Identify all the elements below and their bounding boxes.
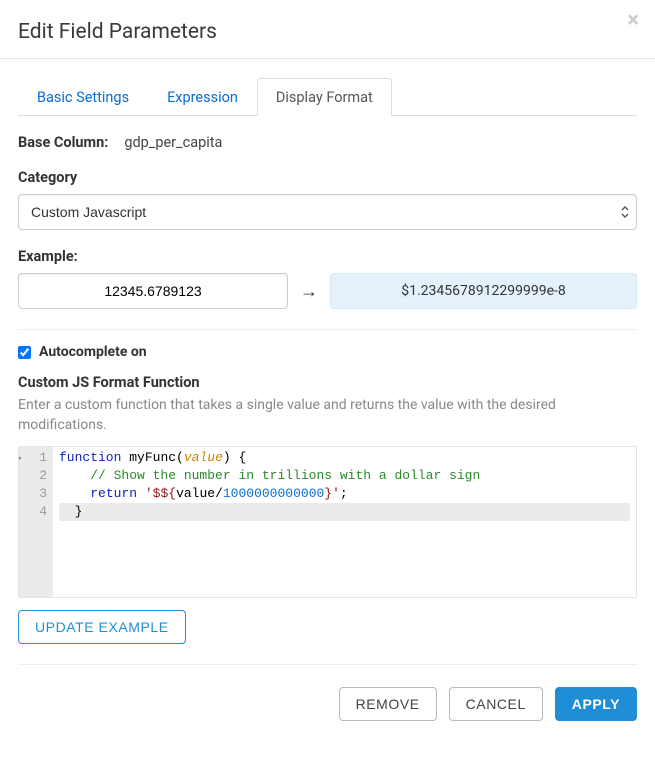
custom-fn-help: Enter a custom function that takes a sin… bbox=[18, 395, 637, 436]
editor-code[interactable]: function myFunc(value) { // Show the num… bbox=[53, 447, 636, 597]
editor-gutter: ▾1 2 3 4 bbox=[19, 447, 53, 597]
code-editor[interactable]: ▾1 2 3 4 function myFunc(value) { // Sho… bbox=[18, 446, 637, 598]
category-select[interactable]: Custom Javascript bbox=[18, 194, 637, 230]
arrow-right-icon: → bbox=[300, 281, 318, 302]
custom-fn-title: Custom JS Format Function bbox=[18, 374, 637, 391]
base-column-value: gdp_per_capita bbox=[124, 134, 222, 151]
tab-expression[interactable]: Expression bbox=[148, 78, 257, 116]
divider bbox=[18, 664, 637, 665]
dialog-title: Edit Field Parameters bbox=[18, 20, 637, 44]
close-icon[interactable]: × bbox=[627, 10, 639, 32]
category-label: Category bbox=[18, 169, 637, 186]
autocomplete-row: Autocomplete on bbox=[18, 344, 637, 360]
tab-display-format[interactable]: Display Format bbox=[257, 78, 392, 116]
example-label: Example: bbox=[18, 248, 637, 265]
category-select-wrap: Custom Javascript bbox=[18, 194, 637, 230]
autocomplete-checkbox[interactable] bbox=[18, 346, 31, 359]
base-column-label: Base Column: bbox=[18, 134, 108, 151]
fold-icon[interactable]: ▾ bbox=[19, 450, 22, 468]
divider bbox=[0, 58, 655, 59]
example-input[interactable] bbox=[18, 273, 288, 309]
autocomplete-label: Autocomplete on bbox=[39, 344, 147, 360]
divider bbox=[18, 329, 637, 330]
category-row: Category Custom Javascript bbox=[18, 169, 637, 230]
cancel-button[interactable]: CANCEL bbox=[449, 687, 543, 721]
base-column-row: Base Column: gdp_per_capita bbox=[18, 134, 637, 151]
example-section: Example: → $1.2345678912299999e-8 bbox=[18, 248, 637, 309]
update-example-button[interactable]: UPDATE EXAMPLE bbox=[18, 610, 186, 644]
edit-field-parameters-dialog: × Edit Field Parameters Basic Settings E… bbox=[0, 0, 655, 741]
remove-button[interactable]: REMOVE bbox=[339, 687, 437, 721]
apply-button[interactable]: APPLY bbox=[555, 687, 637, 721]
tab-basic-settings[interactable]: Basic Settings bbox=[18, 78, 148, 116]
tabs: Basic Settings Expression Display Format bbox=[18, 77, 637, 116]
dialog-footer: REMOVE CANCEL APPLY bbox=[18, 687, 637, 721]
example-output: $1.2345678912299999e-8 bbox=[330, 273, 637, 309]
